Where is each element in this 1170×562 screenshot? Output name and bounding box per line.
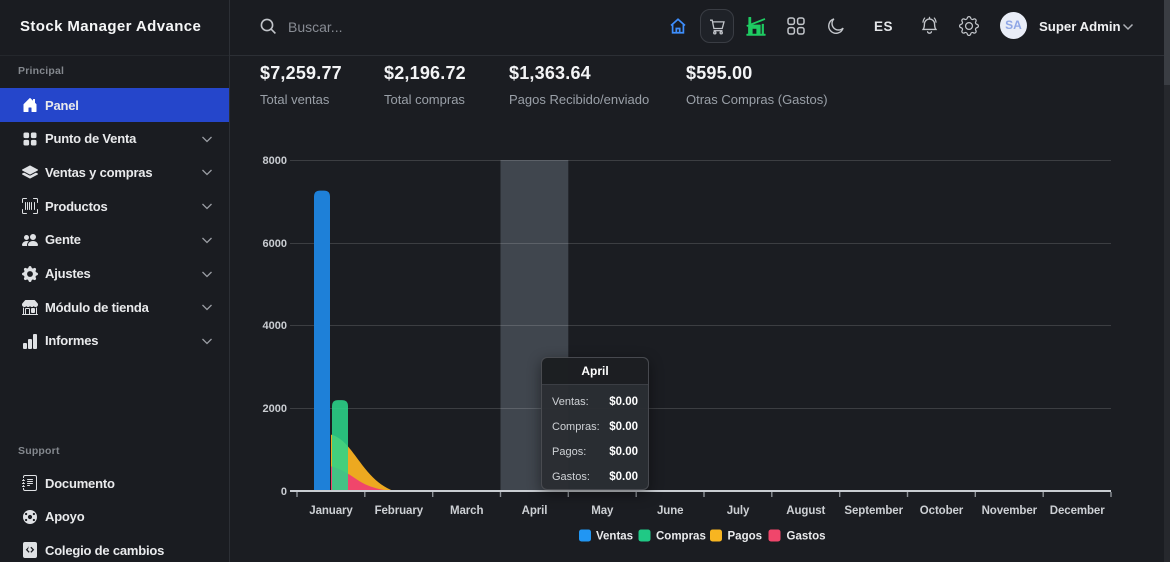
svg-text:4000: 4000 xyxy=(263,320,287,332)
svg-text:February: February xyxy=(375,505,424,517)
svg-text:January: January xyxy=(309,505,353,517)
svg-text:Gastos: Gastos xyxy=(787,531,826,543)
svg-text:September: September xyxy=(844,505,903,517)
svg-text:November: November xyxy=(982,505,1038,517)
svg-text:8000: 8000 xyxy=(263,155,287,167)
svg-text:March: March xyxy=(450,505,483,517)
svg-text:6000: 6000 xyxy=(263,238,287,250)
svg-text:December: December xyxy=(1050,505,1105,517)
svg-text:April: April xyxy=(522,505,548,517)
svg-text:Compras: Compras xyxy=(656,531,706,543)
svg-text:June: June xyxy=(657,505,683,517)
svg-text:May: May xyxy=(591,505,614,517)
svg-text:October: October xyxy=(920,505,964,517)
svg-text:July: July xyxy=(727,505,750,517)
svg-text:0: 0 xyxy=(281,486,287,498)
svg-text:2000: 2000 xyxy=(263,403,287,415)
svg-text:August: August xyxy=(786,505,825,517)
svg-text:Pagos: Pagos xyxy=(728,531,763,543)
svg-text:Ventas: Ventas xyxy=(596,531,633,543)
